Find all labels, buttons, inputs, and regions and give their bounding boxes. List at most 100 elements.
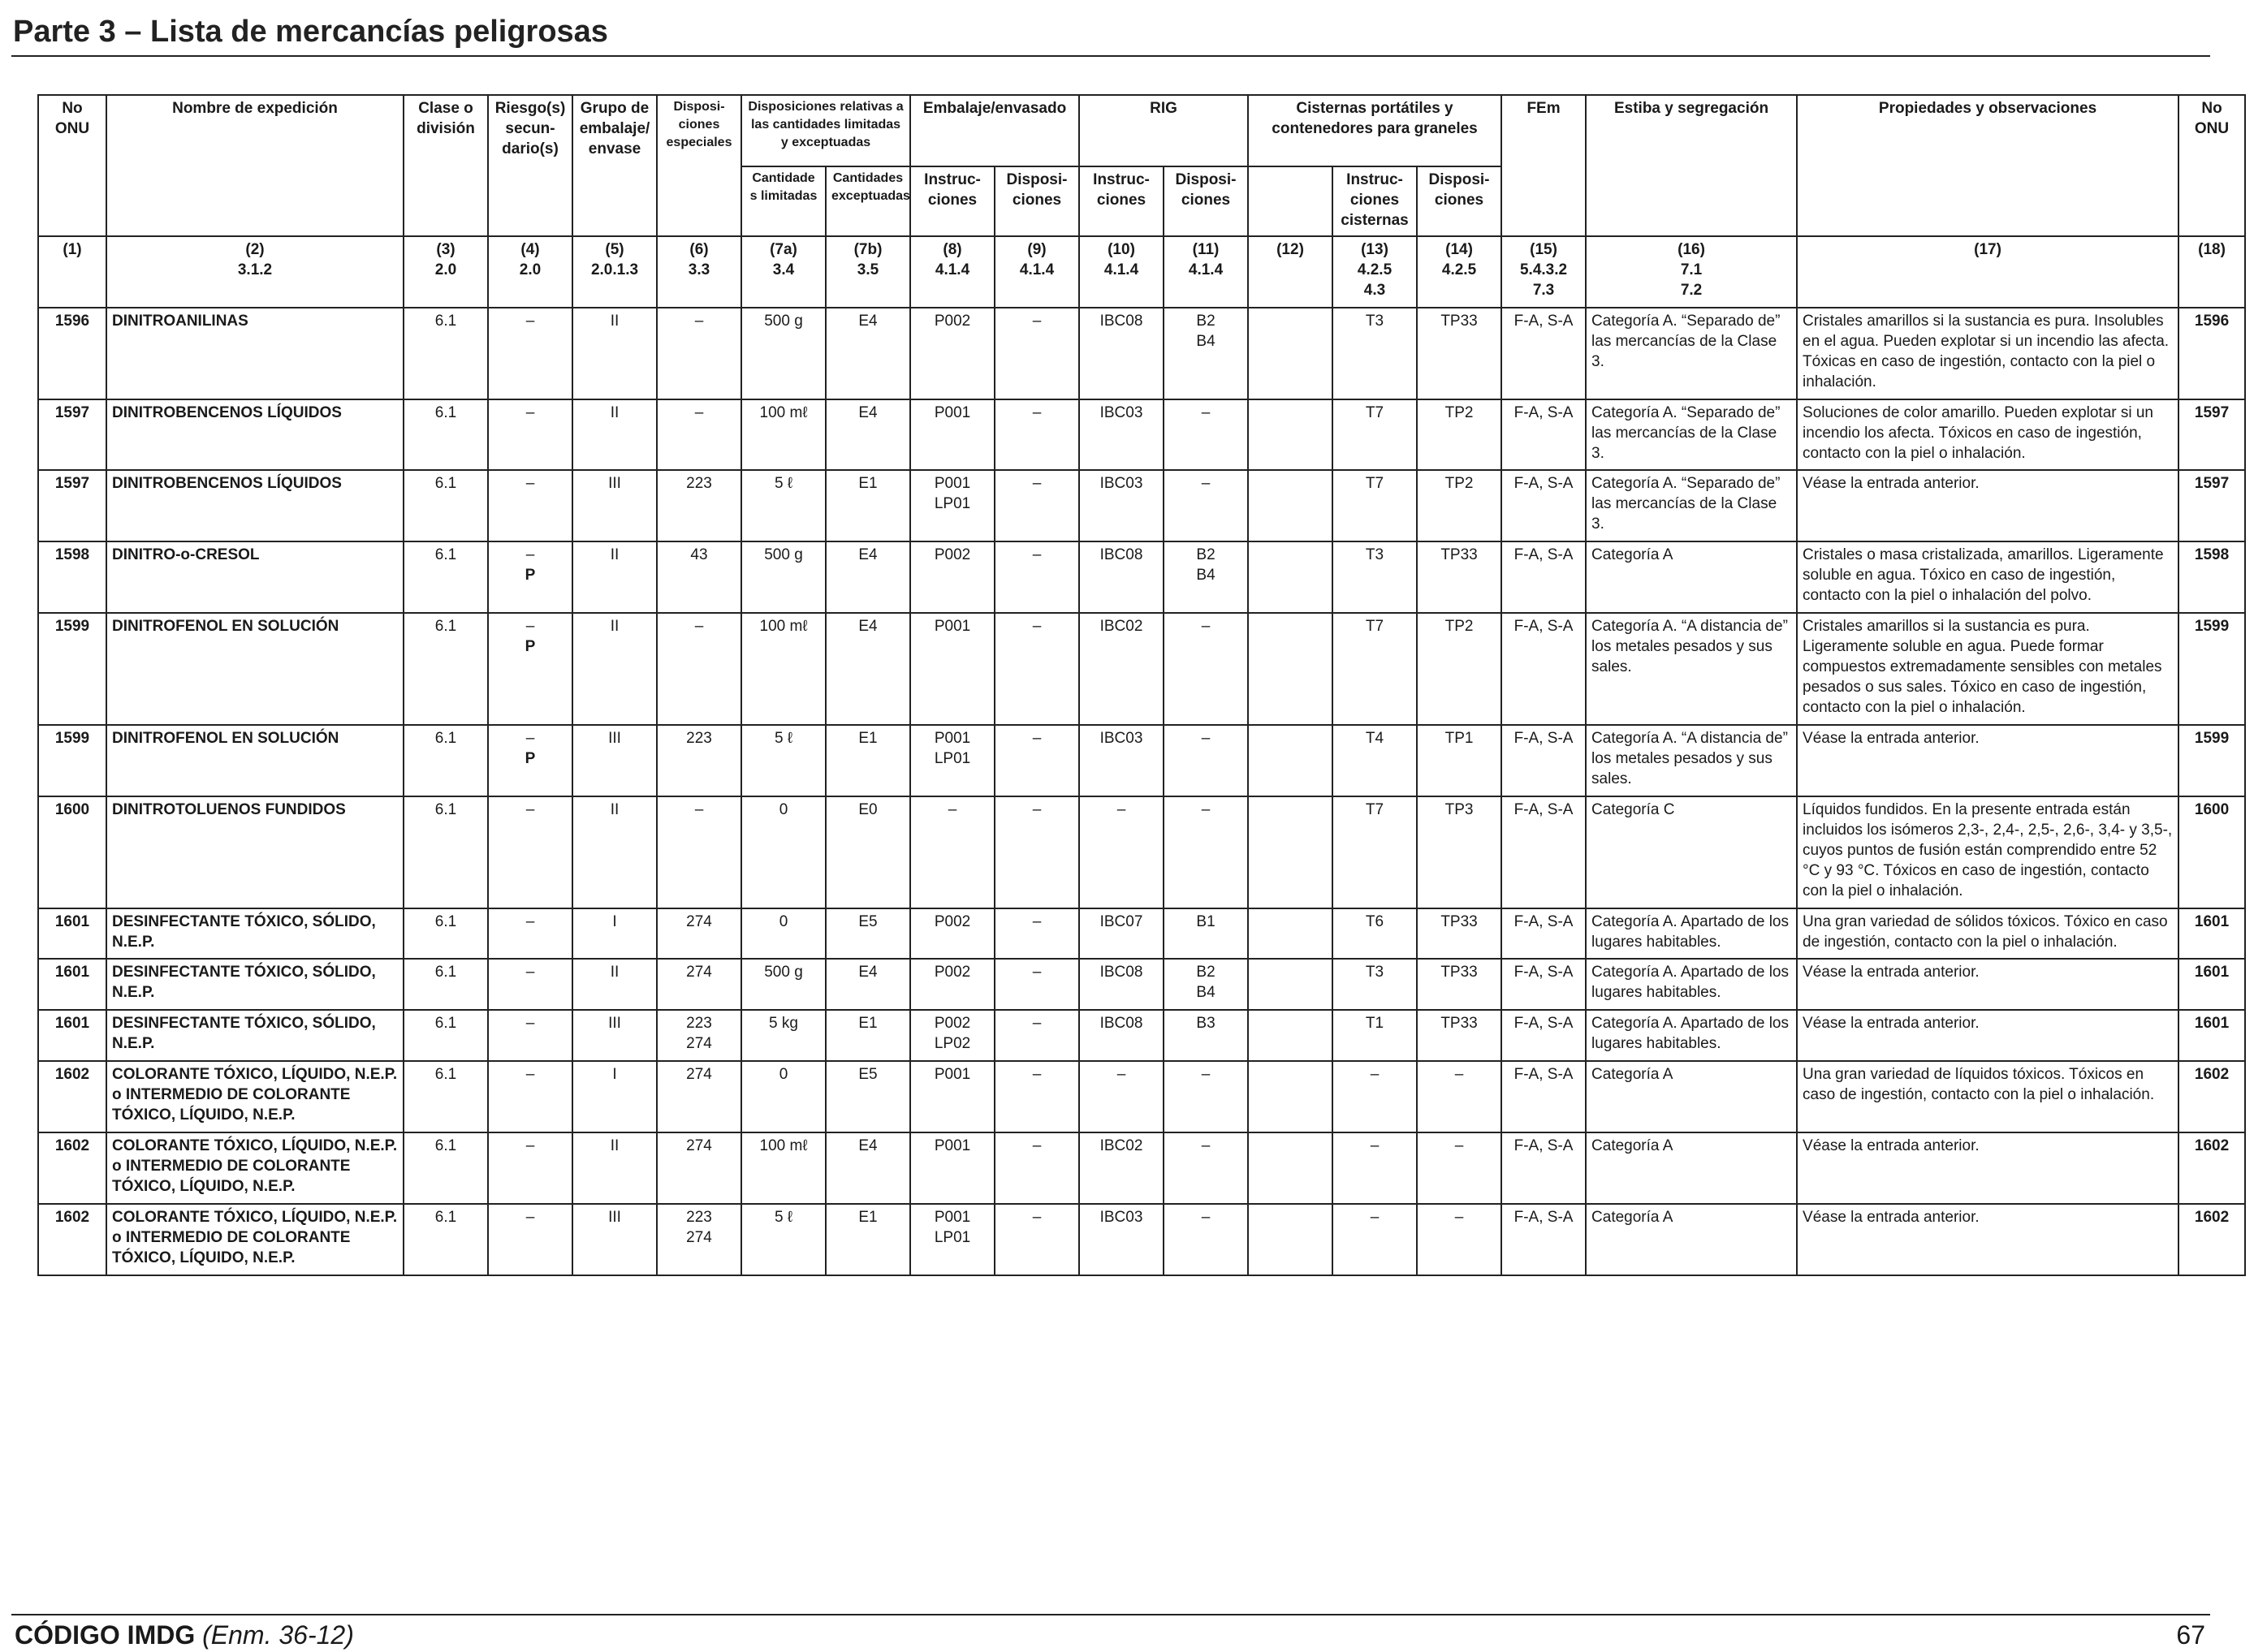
cantidades-limitadas-cell: 0 — [741, 796, 827, 909]
disposiciones-embalaje-cell: – — [994, 1009, 1081, 1062]
cantidades-exceptuadas-cell-line: E4 — [858, 313, 878, 330]
cantidades-exceptuadas-cell-line: E4 — [858, 964, 878, 981]
name-cell: DINITROTOLUENOS FUNDIDOS — [106, 796, 404, 909]
onu-end-cell: 1596 — [2178, 307, 2247, 400]
instrucciones-rig-cell: IBC03 — [1078, 469, 1165, 542]
propiedades-cell: Véase la entrada anterior. — [1796, 724, 2180, 797]
col12-cell — [1247, 724, 1334, 797]
cantidades-exceptuadas-cell-line: E4 — [858, 404, 878, 421]
disposiciones-especiales-cell-line: 274 — [686, 1035, 712, 1052]
clase-cell-line: 6.1 — [434, 801, 457, 818]
disposiciones-rig-cell-line: B3 — [1196, 1015, 1216, 1032]
instrucciones-embalaje-cell: P001 LP01 — [909, 469, 996, 542]
disposiciones-especiales-cell: – — [656, 796, 742, 909]
disposiciones-rig-cell-line: B4 — [1196, 567, 1216, 584]
colnum-16: (16) 7.1 7.2 — [1585, 235, 1798, 308]
propiedades-cell-line: Véase la entrada anterior. — [1803, 1137, 1980, 1154]
disposiciones-rig-cell: – — [1163, 796, 1250, 909]
estiba-cell-line: Categoría C — [1591, 801, 1675, 818]
disposiciones-especiales-cell-line: – — [694, 801, 704, 818]
header-riesgo: Riesgo(s) secun- dario(s) — [487, 94, 573, 237]
riesgo-cell: – — [487, 1132, 573, 1205]
onu-end-cell: 1601 — [2178, 908, 2247, 960]
colnum-12: (12) — [1247, 235, 1334, 308]
instrucciones-cisternas-cell-line: T3 — [1365, 964, 1384, 981]
table-row: 1602 COLORANTE TÓXICO, LÍQUIDO, N.E.P. o … — [37, 1132, 2247, 1205]
estiba-cell-line: Categoría A. “Separado de” las mercancía… — [1591, 313, 1781, 370]
name-cell-line: DESINFECTANTE TÓXICO, SÓLIDO, N.E.P. — [112, 913, 376, 951]
onu-cell: 1602 — [37, 1203, 107, 1276]
disposiciones-cisternas-cell-line: – — [1454, 1066, 1464, 1083]
propiedades-cell: Cristales amarillos si la sustancia es p… — [1796, 612, 2180, 726]
grupo-cell-line: II — [610, 801, 620, 818]
footer-code: CÓDIGO IMDG (Enm. 36-12) — [15, 1620, 354, 1650]
cantidades-exceptuadas-cell: E4 — [824, 307, 912, 400]
name-cell: DESINFECTANTE TÓXICO, SÓLIDO, N.E.P. — [106, 908, 404, 960]
header-disposiciones-cisternas: Disposi- ciones — [1416, 166, 1503, 237]
colnum-7b: (7b) 3.5 — [824, 235, 912, 308]
header-no-onu: No ONU — [37, 94, 107, 237]
disposiciones-especiales-cell-line: – — [694, 313, 704, 330]
table-row: 1601 DESINFECTANTE TÓXICO, SÓLIDO, N.E.P.… — [37, 908, 2247, 960]
disposiciones-embalaje-cell: – — [994, 1203, 1081, 1276]
colnum-2: (2) 3.1.2 — [106, 235, 404, 308]
table-row: 1602 COLORANTE TÓXICO, LÍQUIDO, N.E.P. o … — [37, 1060, 2247, 1133]
instrucciones-embalaje-cell-line: P001 — [934, 1066, 971, 1083]
name-cell: COLORANTE TÓXICO, LÍQUIDO, N.E.P. o INTE… — [106, 1203, 404, 1276]
onu-end-cell-line: 1599 — [2194, 618, 2230, 635]
disposiciones-embalaje-cell-line: – — [1032, 1066, 1042, 1083]
cantidades-limitadas-cell: 5 kg — [741, 1009, 827, 1062]
instrucciones-rig-cell: IBC08 — [1078, 958, 1165, 1011]
riesgo-cell-line: P — [525, 638, 536, 655]
propiedades-cell: Líquidos fundidos. En la presente entrad… — [1796, 796, 2180, 909]
fem-cell-line: F-A, S-A — [1513, 1209, 1574, 1226]
riesgo-cell: – P — [487, 612, 573, 726]
instrucciones-rig-cell: IBC03 — [1078, 1203, 1165, 1276]
disposiciones-rig-cell: B2 B4 — [1163, 541, 1250, 614]
grupo-cell-line: II — [610, 964, 620, 981]
propiedades-cell-line: Véase la entrada anterior. — [1803, 964, 1980, 981]
cantidades-limitadas-cell-line: 100 mℓ — [759, 1137, 808, 1154]
riesgo-cell: – P — [487, 724, 573, 797]
disposiciones-cisternas-cell: TP2 — [1416, 399, 1503, 471]
fem-cell: F-A, S-A — [1501, 612, 1587, 726]
onu-cell: 1600 — [37, 796, 107, 909]
name-cell-line: DINITROTOLUENOS FUNDIDOS — [112, 801, 346, 818]
table-row: 1596 DINITROANILINAS 6.1 – II – 500 g E4 P002 – IB… — [37, 307, 2247, 400]
disposiciones-especiales-cell: 223 — [656, 724, 742, 797]
col12-cell — [1247, 469, 1334, 542]
instrucciones-embalaje-cell-line: LP01 — [934, 750, 971, 767]
onu-end-cell-line: 1602 — [2194, 1066, 2230, 1083]
clase-cell: 6.1 — [403, 469, 489, 542]
instrucciones-rig-cell-line: – — [1116, 801, 1126, 818]
estiba-cell: Categoría A — [1585, 1132, 1798, 1205]
riesgo-cell-line: – — [525, 313, 535, 330]
disposiciones-embalaje-cell: – — [994, 908, 1081, 960]
fem-cell: F-A, S-A — [1501, 1060, 1587, 1133]
disposiciones-especiales-cell-line: – — [694, 404, 704, 421]
instrucciones-cisternas-cell: – — [1332, 1203, 1418, 1276]
header-clase: Clase o división — [403, 94, 489, 237]
estiba-cell: Categoría A — [1585, 1203, 1798, 1276]
header-disposiciones-embalaje: Disposi- ciones — [994, 166, 1081, 237]
instrucciones-rig-cell-line: IBC03 — [1099, 730, 1143, 747]
disposiciones-embalaje-cell: – — [994, 1060, 1081, 1133]
grupo-cell-line: II — [610, 546, 620, 563]
name-cell-line: COLORANTE TÓXICO, LÍQUIDO, N.E.P. o INTE… — [112, 1137, 398, 1195]
onu-cell-line: 1602 — [54, 1209, 90, 1226]
instrucciones-cisternas-cell: T7 — [1332, 796, 1418, 909]
onu-cell-line: 1601 — [54, 964, 90, 981]
clase-cell: 6.1 — [403, 958, 489, 1011]
instrucciones-cisternas-cell-line: – — [1370, 1066, 1380, 1083]
header-disposiciones-cantidades: Disposiciones relativas a las cantidades… — [740, 94, 912, 167]
riesgo-cell-line: – — [525, 475, 535, 492]
col12-cell — [1247, 307, 1334, 400]
instrucciones-cisternas-cell-line: T7 — [1365, 618, 1384, 635]
riesgo-cell: – — [487, 1060, 573, 1133]
instrucciones-rig-cell-line: IBC08 — [1099, 546, 1143, 563]
disposiciones-especiales-cell-line: 274 — [686, 1229, 712, 1246]
name-cell-line: DINITROBENCENOS LÍQUIDOS — [112, 404, 342, 421]
disposiciones-embalaje-cell-line: – — [1032, 1137, 1042, 1154]
disposiciones-embalaje-cell-line: – — [1032, 801, 1042, 818]
cantidades-exceptuadas-cell: E5 — [824, 908, 912, 960]
